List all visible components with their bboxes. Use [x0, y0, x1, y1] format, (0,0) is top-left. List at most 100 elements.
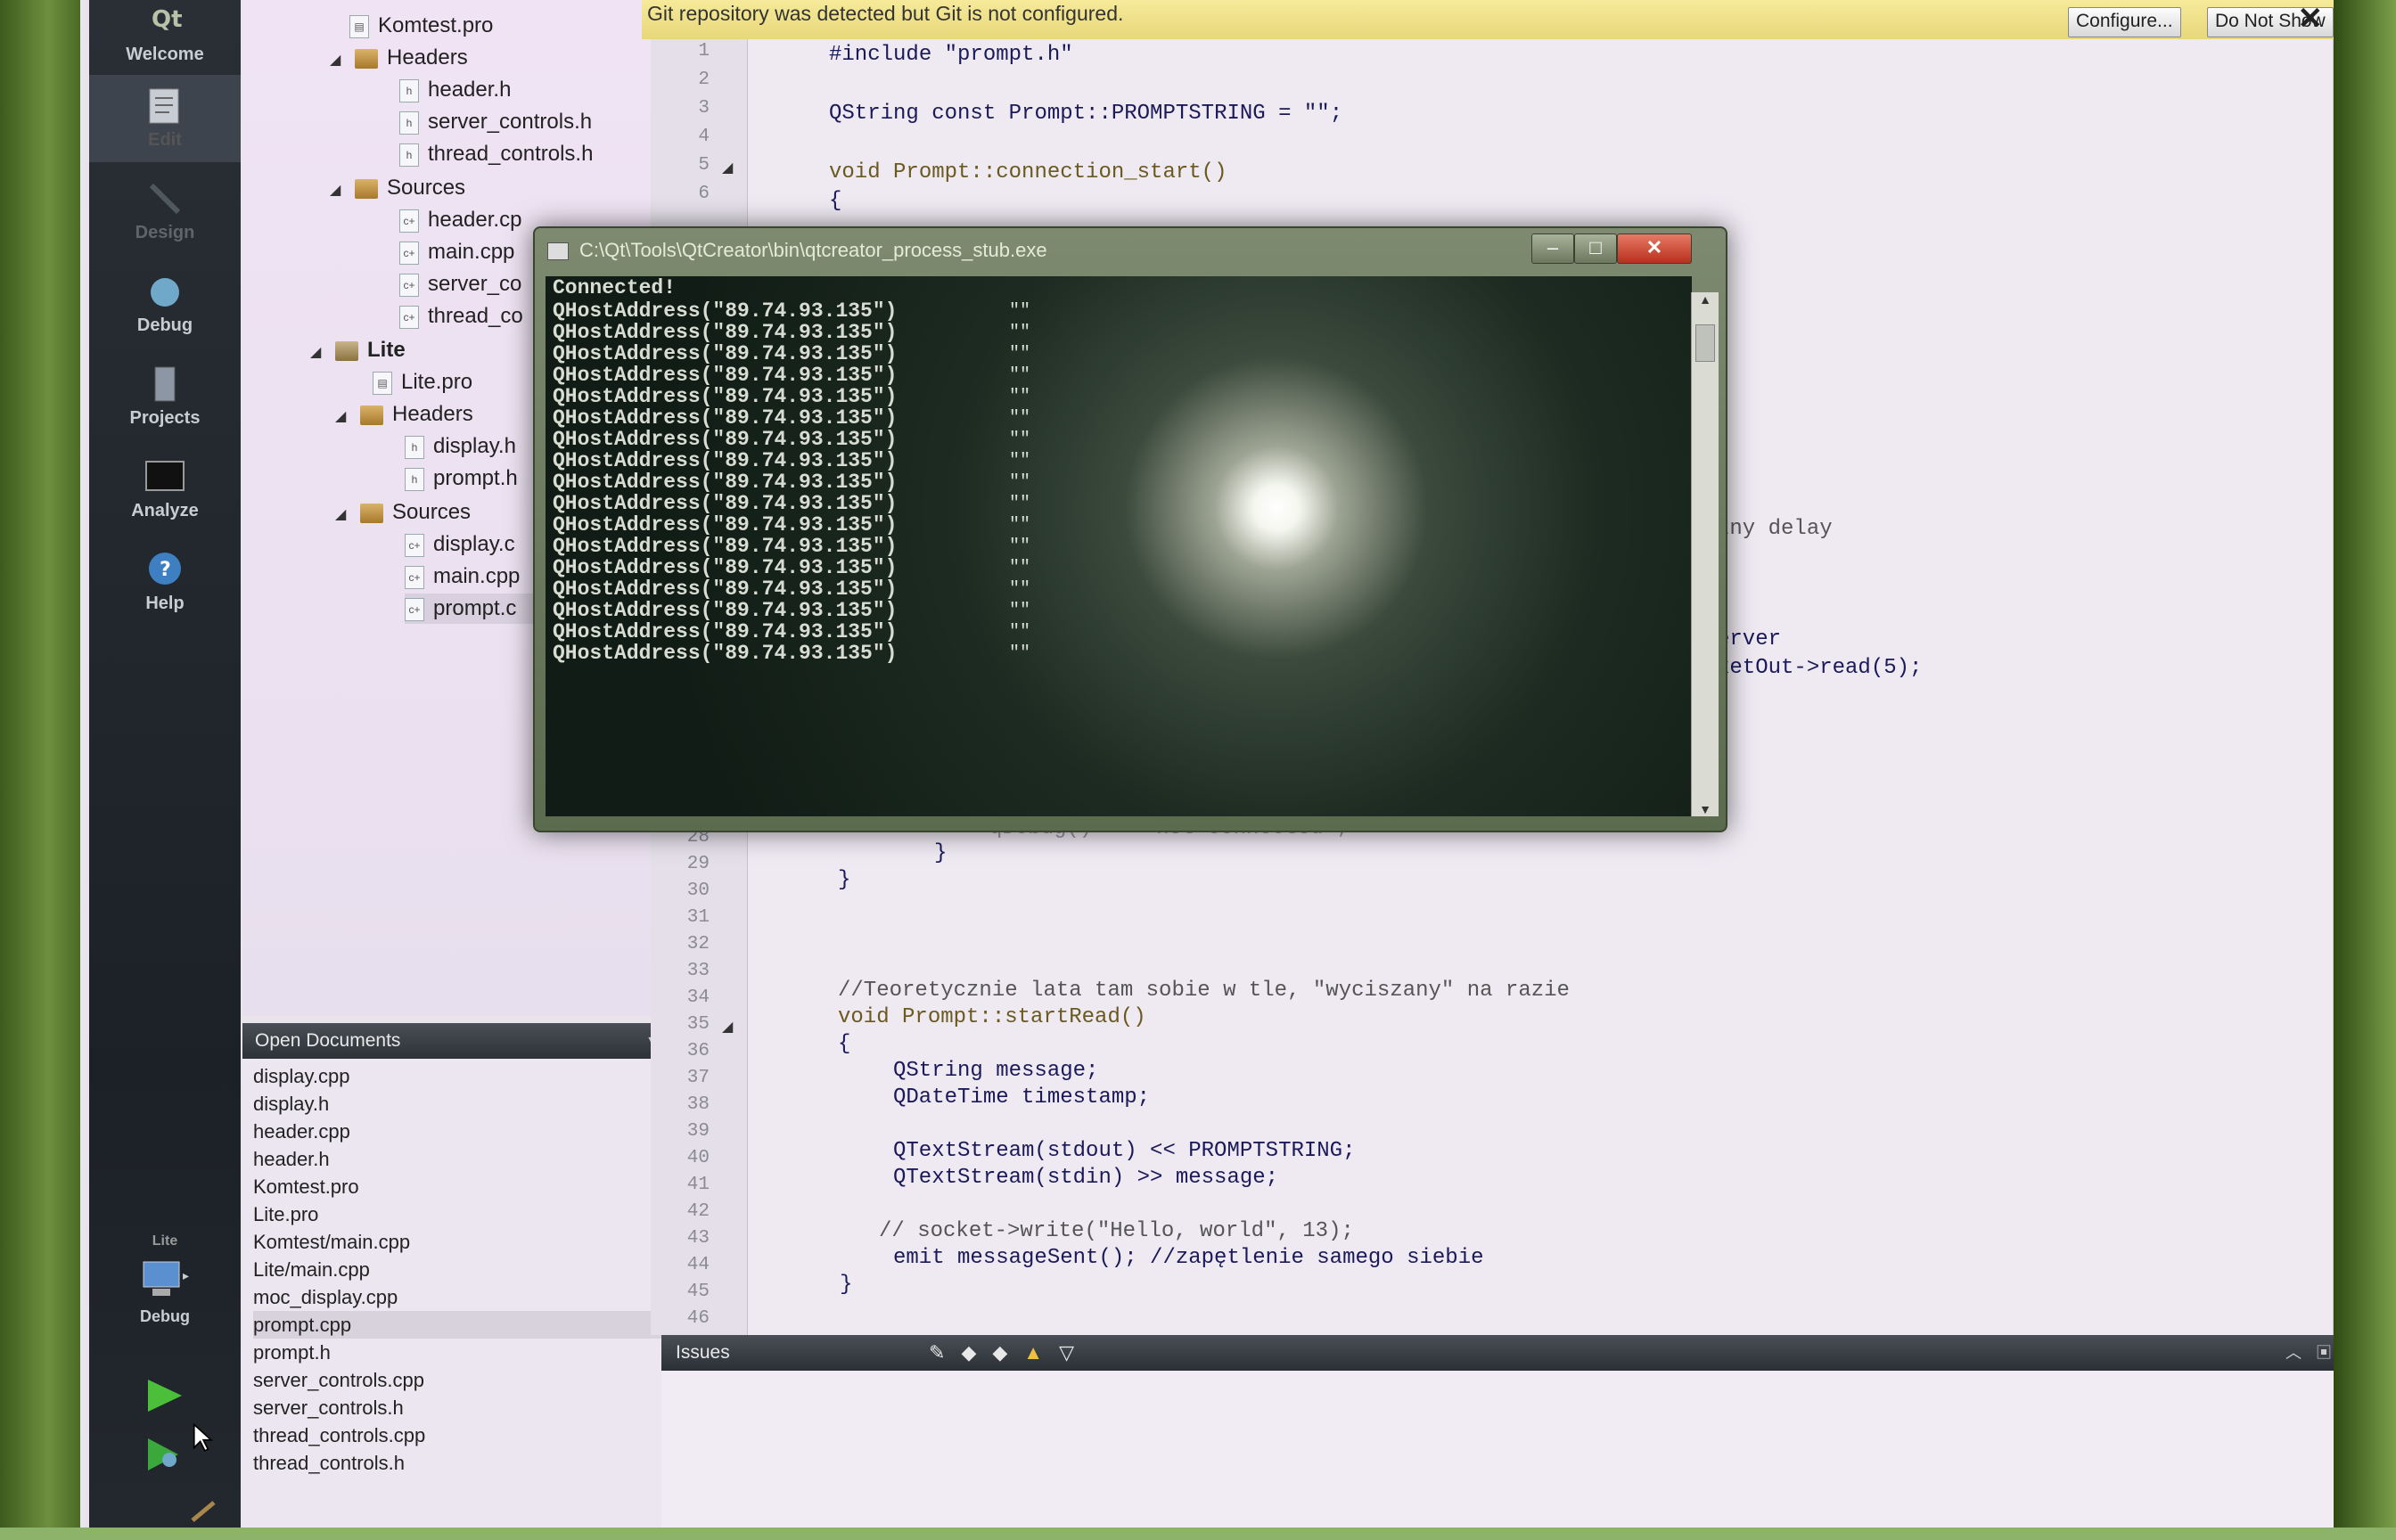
scroll-down-icon[interactable]: ▼: [1692, 802, 1719, 816]
configure-button[interactable]: Configure...: [2068, 7, 2181, 37]
build-button[interactable]: [187, 1497, 223, 1528]
minimize-button[interactable]: –: [1531, 233, 1574, 264]
console-line: QHostAddress("89.74.93.135"): [553, 385, 898, 408]
prev-arrow-icon[interactable]: ◆: [961, 1341, 992, 1364]
scroll-thumb[interactable]: [1695, 324, 1715, 362]
console-quote: "": [1009, 622, 1031, 643]
kit-selector[interactable]: Lite ▸ Debug: [89, 1233, 241, 1326]
tree-item-thread-controls-cpp[interactable]: c+ thread_co: [399, 301, 523, 332]
clean-icon[interactable]: ✎: [929, 1341, 961, 1364]
console-line: QHostAddress("89.74.93.135"): [553, 492, 898, 515]
git-info-message: Git repository was detected but Git is n…: [647, 2, 1124, 25]
console-quote: "": [1009, 430, 1031, 450]
code-line: }: [838, 868, 851, 892]
header-file-icon: h: [405, 435, 424, 459]
svg-text:▸: ▸: [183, 1269, 189, 1283]
open-doc-item[interactable]: server_controls.cpp: [253, 1366, 424, 1394]
close-icon[interactable]: ✕: [2298, 4, 2324, 34]
folder-icon: [360, 503, 383, 523]
code-line: QTextStream(stdin) >> message;: [893, 1166, 1279, 1190]
fold-marker-icon[interactable]: ◢: [722, 1018, 733, 1036]
open-doc-item[interactable]: Lite.pro: [253, 1200, 318, 1228]
console-line: QHostAddress("89.74.93.135"): [553, 578, 898, 601]
folder-icon: [355, 48, 378, 69]
mode-analyze[interactable]: Analyze: [89, 456, 241, 521]
line-number: 36: [686, 1041, 710, 1061]
tree-item-prompt-h[interactable]: h prompt.h: [405, 463, 518, 494]
close-button[interactable]: ✕: [1617, 233, 1692, 264]
close-pane-icon[interactable]: ▣: [2316, 1344, 2334, 1362]
debug-run-button[interactable]: [143, 1437, 187, 1477]
collapse-arrow-icon: ◢: [330, 183, 341, 198]
tree-item-display-cpp[interactable]: c+ display.c: [405, 529, 515, 560]
console-quote: "": [1009, 365, 1031, 386]
tree-item-header-h[interactable]: h header.h: [399, 75, 511, 105]
tree-item-display-h[interactable]: h display.h: [405, 431, 516, 462]
tree-item-komtest-pro[interactable]: ▤ Komtest.pro: [349, 11, 493, 41]
open-doc-item[interactable]: thread_controls.h: [253, 1449, 405, 1477]
editor-scrollbar[interactable]: [2333, 39, 2334, 1335]
cpp-file-icon: c+: [405, 565, 424, 589]
warning-icon[interactable]: ▲: [1023, 1341, 1059, 1364]
mode-welcome[interactable]: Qt Welcome: [89, 0, 241, 65]
open-doc-item[interactable]: server_controls.h: [253, 1394, 404, 1421]
mode-edit[interactable]: Edit: [89, 75, 241, 162]
open-doc-item[interactable]: thread_controls.cpp: [253, 1421, 425, 1449]
scroll-up-icon[interactable]: ▲: [1692, 292, 1719, 307]
qt-logo-icon: Qt: [152, 6, 183, 33]
console-scrollbar[interactable]: ▲ ▼: [1691, 292, 1719, 816]
code-line: {: [829, 189, 842, 213]
cpp-file-icon: c+: [399, 273, 419, 297]
console-output[interactable]: Connected! QHostAddress("89.74.93.135") "…: [546, 276, 1692, 816]
console-quote: "": [1009, 537, 1031, 557]
mode-debug[interactable]: Debug: [89, 271, 241, 336]
tree-item-lite-project[interactable]: ◢ Lite: [310, 335, 406, 365]
line-number: 34: [686, 987, 710, 1008]
console-line: QHostAddress("89.74.93.135"): [553, 513, 898, 537]
tree-item-header-cpp[interactable]: c+ header.cp: [399, 205, 521, 235]
open-doc-item[interactable]: Komtest.pro: [253, 1173, 359, 1200]
tree-item-prompt-cpp[interactable]: c+ prompt.c: [405, 594, 553, 624]
tree-item-lite-sources[interactable]: ◢ Sources: [335, 497, 471, 528]
code-line: QString message;: [893, 1059, 1099, 1083]
tree-item-lite-pro[interactable]: ▤ Lite.pro: [373, 367, 472, 397]
line-number: 2: [698, 70, 710, 90]
kit-computer-icon: ▸: [143, 1261, 189, 1296]
cpp-file-icon: c+: [399, 209, 419, 233]
mode-projects[interactable]: Projects: [89, 364, 241, 429]
code-line: emit messageSent(); //zapętlenie samego …: [893, 1246, 1484, 1270]
issues-list: [661, 1371, 2334, 1528]
code-fragment: ketOut->read(5);: [1717, 656, 1923, 680]
mode-help[interactable]: ? Help: [89, 549, 241, 614]
tree-item-lite-main-cpp[interactable]: c+ main.cpp: [405, 561, 520, 592]
tree-item-server-controls-h[interactable]: h server_controls.h: [399, 107, 592, 137]
project-icon: [335, 340, 358, 361]
console-quote: "": [1009, 408, 1031, 429]
console-window[interactable]: C:\Qt\Tools\QtCreator\bin\qtcreator_proc…: [533, 226, 1727, 832]
mode-design[interactable]: Design: [89, 178, 241, 243]
run-button[interactable]: [143, 1378, 187, 1418]
line-number: 42: [686, 1201, 710, 1222]
chevron-up-icon[interactable]: ︿: [2285, 1344, 2316, 1362]
tree-item-thread-controls-h[interactable]: h thread_controls.h: [399, 139, 593, 169]
open-documents-title: Open Documents: [255, 1030, 401, 1051]
pro-file-icon: ▤: [373, 371, 392, 395]
open-doc-item[interactable]: moc_display.cpp: [253, 1283, 398, 1311]
maximize-button[interactable]: □: [1574, 233, 1617, 264]
open-doc-item[interactable]: header.h: [253, 1145, 330, 1173]
tree-item-lite-headers[interactable]: ◢ Headers: [335, 399, 473, 430]
tree-item-server-controls-cpp[interactable]: c+ server_co: [399, 269, 521, 299]
filter-icon[interactable]: ▽: [1059, 1341, 1090, 1364]
tree-item-sources[interactable]: ◢ Sources: [330, 173, 465, 203]
open-doc-item[interactable]: header.cpp: [253, 1118, 350, 1145]
open-doc-item[interactable]: display.cpp: [253, 1062, 349, 1090]
next-arrow-icon[interactable]: ◆: [992, 1341, 1023, 1364]
open-doc-item[interactable]: display.h: [253, 1090, 329, 1118]
line-number: 37: [686, 1068, 710, 1088]
open-doc-item[interactable]: Lite/main.cpp: [253, 1256, 370, 1283]
open-doc-item[interactable]: Komtest/main.cpp: [253, 1228, 410, 1256]
open-doc-item[interactable]: prompt.h: [253, 1339, 331, 1366]
tree-item-main-cpp[interactable]: c+ main.cpp: [399, 237, 514, 267]
tree-item-headers[interactable]: ◢ Headers: [330, 43, 468, 73]
fold-marker-icon[interactable]: ◢: [722, 159, 733, 176]
